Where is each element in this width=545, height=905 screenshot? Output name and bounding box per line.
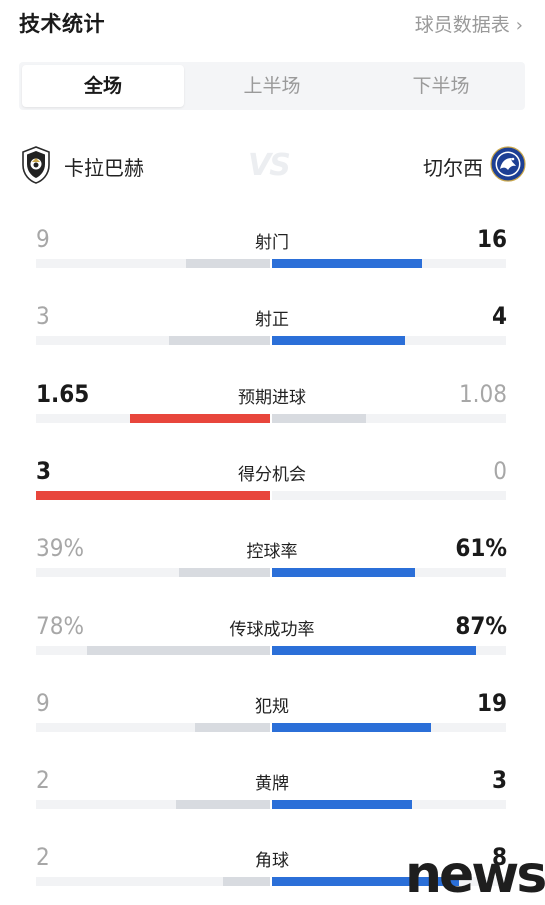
home-stat-bar <box>223 877 270 886</box>
home-bar-track <box>36 646 270 655</box>
home-stat-bar <box>130 414 270 423</box>
away-stat-bar <box>272 646 476 655</box>
away-bar-track <box>272 723 506 732</box>
home-stat-value: 1.65 <box>36 380 90 408</box>
qarabag-crest-icon[interactable] <box>20 145 52 185</box>
home-bar-track <box>36 259 270 268</box>
stat-label: 射正 <box>255 310 289 330</box>
home-stat-bar <box>169 336 270 345</box>
away-stat-value: 3 <box>491 766 507 794</box>
home-bar-track <box>36 336 270 345</box>
home-stat-bar <box>186 259 270 268</box>
away-bar-track <box>272 259 506 268</box>
home-team-name[interactable]: 卡拉巴赫 <box>64 152 144 181</box>
player-stats-link-label: 球员数据表 <box>414 14 510 36</box>
home-bar-track <box>36 568 270 577</box>
stat-row: 9 犯规 19 <box>0 688 545 738</box>
stat-label: 射门 <box>255 233 289 253</box>
away-stat-value: 19 <box>476 689 507 717</box>
home-stat-value: 2 <box>36 766 50 794</box>
home-stat-value: 9 <box>36 225 50 253</box>
home-stat-value: 9 <box>36 689 50 717</box>
home-stat-value: 3 <box>36 457 52 485</box>
away-bar-track <box>272 336 506 345</box>
home-stat-value: 78% <box>36 612 84 640</box>
away-bar-track <box>272 568 506 577</box>
away-bar-track <box>272 414 506 423</box>
home-stat-bar <box>179 568 270 577</box>
home-stat-bar <box>195 723 270 732</box>
tab-full-match[interactable]: 全场 <box>22 65 184 107</box>
away-stat-value: 1.08 <box>458 380 507 408</box>
stat-label: 得分机会 <box>238 465 306 485</box>
home-bar-track <box>36 723 270 732</box>
home-stat-bar <box>176 800 270 809</box>
away-team-name[interactable]: 切尔西 <box>423 152 483 181</box>
away-stat-value: 61% <box>455 534 507 562</box>
home-stat-bar <box>36 491 270 500</box>
away-stat-value: 16 <box>476 225 507 253</box>
teams-row: 卡拉巴赫 VS 切尔西 <box>0 140 545 190</box>
home-stat-bar <box>87 646 270 655</box>
tab-second-half[interactable]: 下半场 <box>360 65 522 107</box>
away-stat-value: 4 <box>491 302 507 330</box>
away-stat-bar <box>272 568 415 577</box>
away-stat-bar <box>272 800 412 809</box>
away-stat-bar <box>272 723 431 732</box>
away-stat-value: 87% <box>455 612 507 640</box>
home-bar-track <box>36 877 270 886</box>
stat-label: 预期进球 <box>238 388 306 408</box>
stat-row: 2 黄牌 3 <box>0 765 545 815</box>
section-title: 技术统计 <box>19 12 105 36</box>
away-stat-value: 0 <box>493 457 507 485</box>
home-stat-value: 3 <box>36 302 50 330</box>
stat-label: 传球成功率 <box>229 620 315 640</box>
tab-first-half[interactable]: 上半场 <box>191 65 353 107</box>
home-stat-value: 2 <box>36 843 50 871</box>
stat-label: 犯规 <box>255 697 289 717</box>
player-stats-link[interactable]: 球员数据表 › <box>415 10 523 37</box>
home-bar-track <box>36 800 270 809</box>
away-bar-track <box>272 800 506 809</box>
away-bar-track <box>272 646 506 655</box>
versus-mark: VS <box>248 148 291 183</box>
stats-header: 技术统计 球员数据表 › <box>0 0 545 46</box>
stat-label: 黄牌 <box>255 774 289 794</box>
stat-label: 控球率 <box>246 542 298 562</box>
chelsea-crest-icon[interactable] <box>490 146 526 182</box>
stat-row: 39% 控球率 61% <box>0 533 545 583</box>
home-bar-track <box>36 491 270 500</box>
stat-row: 3 射正 4 <box>0 301 545 351</box>
home-stat-value: 39% <box>36 534 84 562</box>
stat-label: 角球 <box>255 851 289 871</box>
chevron-right-icon: › <box>515 15 523 36</box>
stat-row: 78% 传球成功率 87% <box>0 611 545 661</box>
away-stat-bar <box>272 259 422 268</box>
home-bar-track <box>36 414 270 423</box>
away-stat-bar <box>272 414 366 423</box>
stat-row: 9 射门 16 <box>0 224 545 274</box>
period-tabs: 全场 上半场 下半场 <box>19 62 525 110</box>
away-bar-track <box>272 491 506 500</box>
stat-row: 1.65 预期进球 1.08 <box>0 379 545 429</box>
stat-row: 3 得分机会 0 <box>0 456 545 506</box>
news-watermark-logo: news <box>405 845 545 905</box>
away-stat-bar <box>272 336 405 345</box>
